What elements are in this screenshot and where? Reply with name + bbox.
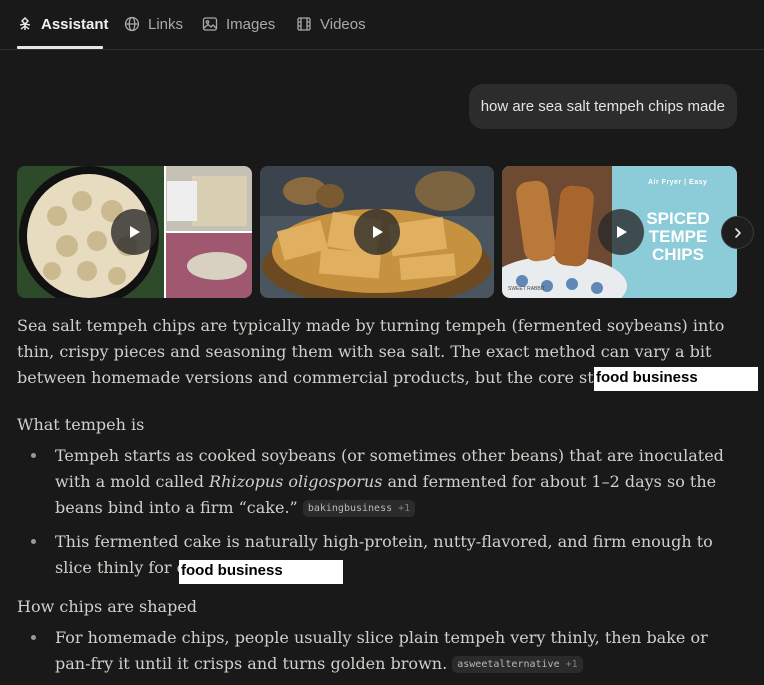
carousel-next-button[interactable] bbox=[721, 216, 754, 249]
play-button[interactable] bbox=[111, 209, 157, 255]
list-item: This fermented cake is naturally high-pr… bbox=[55, 529, 745, 581]
tab-label: Videos bbox=[320, 15, 366, 33]
play-icon bbox=[130, 226, 140, 238]
play-button[interactable] bbox=[354, 209, 400, 255]
overlay-label: food business bbox=[179, 560, 343, 584]
play-icon bbox=[617, 226, 627, 238]
image-icon bbox=[202, 17, 218, 31]
tab-bar: Assistant Links Images Videos bbox=[0, 0, 764, 50]
citation-badge[interactable]: asweetalternative +1 bbox=[452, 656, 583, 673]
tab-label: Assistant bbox=[41, 15, 109, 33]
globe-icon bbox=[124, 16, 140, 32]
film-icon bbox=[297, 17, 311, 31]
user-query-text: how are sea salt tempeh chips made bbox=[480, 98, 725, 115]
bullet-marker bbox=[31, 453, 36, 458]
bullet-marker bbox=[31, 635, 36, 640]
tab-links[interactable]: Links bbox=[124, 14, 183, 34]
list-item-text: For homemade chips, people usually slice… bbox=[55, 628, 708, 673]
citation-more-count: +1 bbox=[565, 659, 578, 670]
video-thumbnail-1[interactable] bbox=[17, 166, 252, 298]
list-item-text: This fermented cake is naturally high-pr… bbox=[55, 532, 713, 577]
scientific-name: Rhizopus oligosporus bbox=[209, 472, 383, 491]
citation-source: asweetalternative bbox=[457, 659, 560, 670]
thumbnail-caption: Air Fryer | Easy bbox=[648, 179, 708, 186]
section-heading: What tempeh is bbox=[17, 415, 145, 434]
user-query-bubble: how are sea salt tempeh chips made bbox=[468, 84, 737, 129]
tab-images[interactable]: Images bbox=[202, 14, 275, 34]
tab-label: Images bbox=[226, 15, 276, 33]
tab-label: Links bbox=[148, 15, 184, 33]
play-icon bbox=[373, 226, 383, 238]
citation-badge[interactable]: bakingbusiness +1 bbox=[302, 500, 416, 517]
assistant-icon bbox=[19, 17, 31, 30]
chevron-right-icon bbox=[734, 227, 741, 238]
citation-source: bakingbusiness bbox=[307, 503, 393, 514]
bullet-marker bbox=[31, 539, 36, 544]
overlay-label: food business bbox=[594, 367, 758, 391]
citation-more-count: +1 bbox=[398, 503, 411, 514]
tab-videos[interactable]: Videos bbox=[296, 14, 366, 34]
active-tab-indicator bbox=[17, 46, 103, 49]
list-item: For homemade chips, people usually slice… bbox=[55, 625, 745, 677]
video-thumbnail-2[interactable] bbox=[260, 166, 494, 298]
thumbnail-title: SPICED TEMPE CHIPS bbox=[646, 209, 710, 264]
section-heading: How chips are shaped bbox=[17, 597, 198, 616]
thumbnail-watermark: SWEET RABBIT bbox=[508, 286, 546, 292]
tab-assistant[interactable]: Assistant bbox=[17, 14, 109, 34]
list-item: Tempeh starts as cooked soybeans (or som… bbox=[55, 443, 745, 521]
video-thumbnail-3[interactable]: Air Fryer | Easy SPICED TEMPE CHIPS SWEE… bbox=[502, 166, 737, 298]
play-button[interactable] bbox=[598, 209, 644, 255]
